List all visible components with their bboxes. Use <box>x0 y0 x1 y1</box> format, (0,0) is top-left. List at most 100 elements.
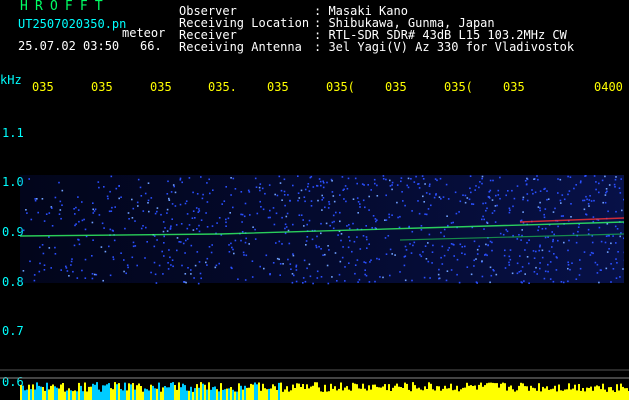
noise-speckle <box>303 225 305 227</box>
noise-speckle <box>497 189 500 192</box>
noise-speckle <box>275 212 278 215</box>
noise-speckle <box>557 225 559 228</box>
level-bar <box>520 382 522 400</box>
noise-speckle <box>110 210 113 212</box>
noise-speckle <box>91 221 94 224</box>
noise-speckle <box>182 242 185 245</box>
noise-speckle <box>608 235 610 237</box>
noise-speckle <box>297 199 299 202</box>
noise-speckle <box>427 260 430 263</box>
noise-speckle <box>39 246 41 249</box>
level-bar <box>166 387 168 400</box>
noise-speckle <box>412 244 414 247</box>
level-bar <box>450 383 452 400</box>
noise-speckle <box>446 215 448 217</box>
level-bar <box>446 388 448 400</box>
level-bar <box>490 382 492 400</box>
noise-speckle <box>331 180 333 182</box>
noise-speckle <box>544 270 547 273</box>
noise-speckle <box>438 268 440 271</box>
noise-speckle <box>376 257 378 260</box>
noise-speckle <box>399 271 401 273</box>
level-bar <box>88 386 90 400</box>
level-bar <box>176 389 178 400</box>
noise-speckle <box>176 237 179 239</box>
noise-speckle <box>292 253 294 255</box>
noise-speckle <box>199 272 202 275</box>
noise-speckle <box>567 249 569 252</box>
noise-speckle <box>162 221 165 223</box>
noise-speckle <box>329 224 331 227</box>
noise-speckle <box>68 275 70 277</box>
noise-speckle <box>615 277 618 279</box>
level-bar <box>482 386 484 400</box>
noise-speckle <box>43 264 46 266</box>
noise-speckle <box>524 180 527 182</box>
noise-speckle <box>560 281 563 283</box>
noise-speckle <box>78 239 80 241</box>
noise-speckle <box>528 262 530 265</box>
noise-speckle <box>389 185 392 187</box>
level-bar <box>390 391 392 400</box>
noise-speckle <box>342 246 344 248</box>
level-bar <box>412 382 414 400</box>
noise-speckle <box>452 221 454 224</box>
level-bar <box>544 388 546 400</box>
noise-speckle <box>553 253 555 255</box>
level-bar <box>214 386 216 400</box>
noise-speckle <box>493 269 495 272</box>
level-bar <box>32 384 34 400</box>
level-bar <box>422 390 424 400</box>
noise-speckle <box>169 228 172 230</box>
noise-speckle <box>589 195 591 197</box>
noise-speckle <box>113 239 116 242</box>
level-bar <box>92 383 94 400</box>
level-bar <box>616 384 618 400</box>
noise-speckle <box>374 182 376 185</box>
noise-speckle <box>118 185 120 187</box>
noise-speckle <box>281 243 283 245</box>
noise-speckle <box>310 205 313 207</box>
noise-speckle <box>245 237 247 240</box>
noise-speckle <box>472 203 475 205</box>
noise-speckle <box>188 177 191 179</box>
noise-speckle <box>38 270 41 273</box>
noise-speckle <box>608 248 610 250</box>
level-bar <box>286 386 288 400</box>
noise-speckle <box>606 190 608 193</box>
freq-tick: 1.1 <box>2 126 24 140</box>
level-bar <box>322 391 324 400</box>
noise-speckle <box>420 255 423 258</box>
noise-speckle <box>378 258 380 261</box>
noise-speckle <box>261 187 264 190</box>
noise-speckle <box>604 241 607 244</box>
noise-speckle <box>494 221 497 223</box>
noise-speckle <box>335 211 337 214</box>
noise-speckle <box>577 230 579 233</box>
noise-speckle <box>536 175 538 177</box>
noise-speckle <box>175 224 178 226</box>
level-bar <box>74 390 76 400</box>
noise-speckle <box>356 182 358 185</box>
noise-speckle <box>93 210 96 212</box>
noise-speckle <box>41 198 44 200</box>
noise-speckle <box>318 245 320 248</box>
noise-speckle <box>126 264 129 266</box>
noise-speckle <box>291 273 294 275</box>
level-bar <box>470 385 472 400</box>
noise-speckle <box>186 213 189 215</box>
noise-speckle <box>215 264 218 267</box>
noise-speckle <box>376 195 379 197</box>
noise-speckle <box>328 249 330 251</box>
level-bar <box>112 389 114 400</box>
noise-speckle <box>450 243 453 245</box>
noise-speckle <box>281 216 283 219</box>
noise-speckle <box>468 198 471 201</box>
level-bar <box>326 391 328 400</box>
noise-speckle <box>158 264 161 267</box>
noise-speckle <box>321 209 323 211</box>
level-bar <box>468 385 470 400</box>
noise-speckle <box>516 272 519 275</box>
noise-speckle <box>259 183 262 185</box>
level-bar <box>54 386 56 400</box>
